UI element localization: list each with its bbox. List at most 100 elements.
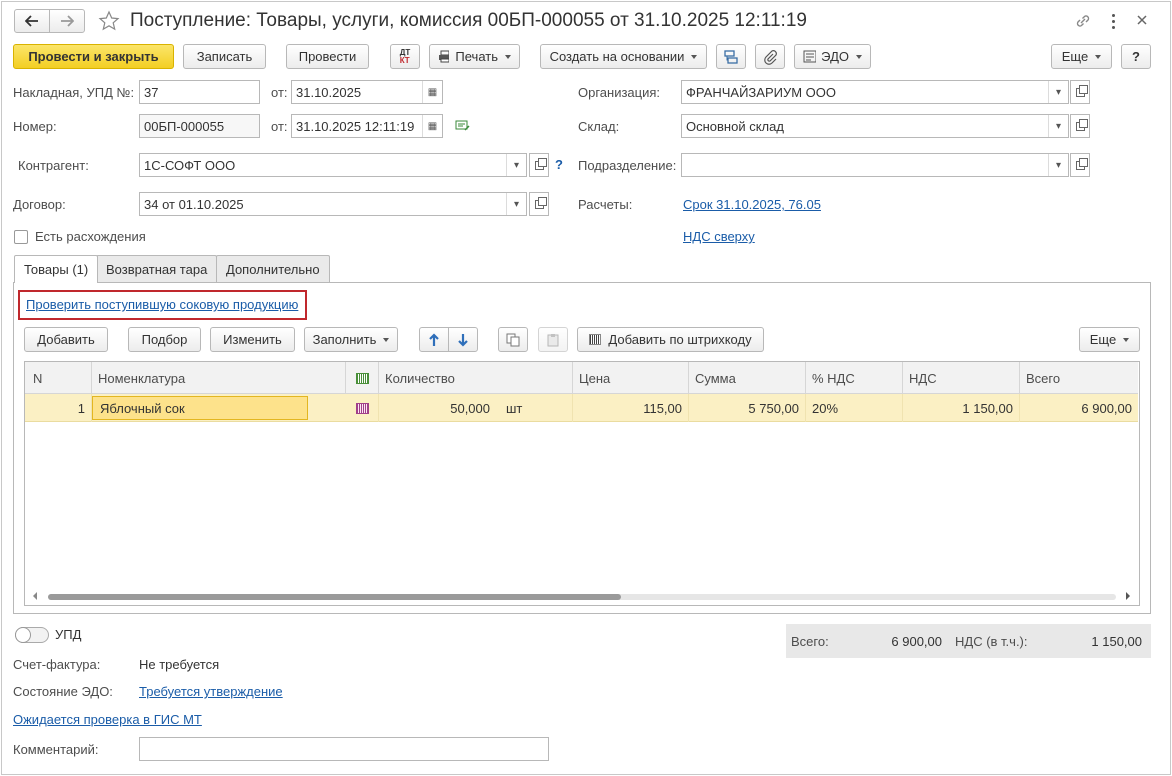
more-label: Еще <box>1061 49 1089 64</box>
move-up-button[interactable] <box>419 327 449 352</box>
favorite-star-icon[interactable] <box>98 10 120 35</box>
edit-number-icon[interactable] <box>455 119 471 136</box>
post-button[interactable]: Провести <box>286 44 369 69</box>
discrepancy-checkbox[interactable] <box>14 230 28 244</box>
warehouse-value: Основной склад <box>686 118 784 134</box>
attachments-button[interactable] <box>755 44 785 69</box>
dt-kt-icon: ДТ КТ <box>399 47 411 65</box>
chevron-down-icon[interactable]: ▾ <box>506 154 526 176</box>
invoice-date-label: от: <box>271 85 288 100</box>
invoice-number-field[interactable]: 37 <box>139 80 260 104</box>
column-header-n[interactable]: N <box>25 362 92 394</box>
upd-toggle[interactable] <box>15 627 49 643</box>
row-total-cell[interactable]: 6 900,00 <box>1020 394 1138 422</box>
pick-button[interactable]: Подбор <box>128 327 201 352</box>
check-juice-products-link[interactable]: Проверить поступившую соковую продукцию <box>26 297 298 312</box>
tab-returnable-containers[interactable]: Возвратная тара <box>96 255 218 282</box>
vat-total-label: НДС (в т.ч.): <box>955 634 1028 649</box>
nav-forward-button[interactable] <box>49 9 85 33</box>
row-unit-cell[interactable]: шт <box>496 394 573 422</box>
add-by-barcode-button[interactable]: Добавить по штрихкоду <box>577 327 764 352</box>
calendar-icon[interactable]: ▦ <box>422 81 442 103</box>
column-header-price[interactable]: Цена <box>573 362 689 394</box>
subdivision-field[interactable]: ▾ <box>681 153 1069 177</box>
row-vat-cell[interactable]: 1 150,00 <box>903 394 1020 422</box>
row-sum-cell[interactable]: 5 750,00 <box>689 394 806 422</box>
calendar-icon[interactable]: ▦ <box>422 115 442 137</box>
fill-label: Заполнить <box>312 332 377 347</box>
counterparty-value: 1С-СОФТ ООО <box>144 157 236 173</box>
copy-button[interactable] <box>498 327 528 352</box>
number-field[interactable]: 00БП-000055 <box>139 114 260 138</box>
create-based-on-button[interactable]: Создать на основании <box>540 44 707 69</box>
table-more-button[interactable]: Еще <box>1079 327 1140 352</box>
scroll-left-arrow[interactable] <box>33 592 37 600</box>
edo-button[interactable]: ЭДО <box>794 44 871 69</box>
marking-status-icon <box>355 402 369 414</box>
print-button[interactable]: Печать <box>429 44 520 69</box>
scrollbar-thumb[interactable] <box>48 594 621 600</box>
more-vertical-icon[interactable] <box>1108 12 1118 30</box>
row-nomenclature-cell[interactable]: Яблочный сок <box>92 394 346 422</box>
gis-mt-check-link[interactable]: Ожидается проверка в ГИС МТ <box>13 712 202 727</box>
close-icon[interactable] <box>1134 12 1150 31</box>
change-button[interactable]: Изменить <box>210 327 295 352</box>
settlements-link[interactable]: Срок 31.10.2025, 76.05 <box>683 197 821 212</box>
dt-kt-button[interactable]: ДТ КТ <box>390 44 420 69</box>
move-down-button[interactable] <box>448 327 478 352</box>
chevron-down-icon[interactable]: ▾ <box>506 193 526 215</box>
open-counterparty-button[interactable] <box>529 153 549 177</box>
open-icon <box>534 196 547 209</box>
invoice-date-field[interactable]: 31.10.2025 ▦ <box>291 80 443 104</box>
warehouse-field[interactable]: Основной склад ▾ <box>681 114 1069 138</box>
chevron-down-icon[interactable]: ▾ <box>1048 81 1068 103</box>
chevron-down-icon[interactable]: ▾ <box>1048 154 1068 176</box>
help-button[interactable]: ? <box>1121 44 1151 69</box>
column-header-nomenclature[interactable]: Номенклатура <box>92 362 346 394</box>
printer-icon <box>439 50 450 63</box>
table-header: N Номенклатура Количество Цена Сумма % Н… <box>25 362 1138 394</box>
more-button[interactable]: Еще <box>1051 44 1112 69</box>
open-subdivision-button[interactable] <box>1070 153 1090 177</box>
save-button[interactable]: Записать <box>183 44 266 69</box>
add-row-button[interactable]: Добавить <box>24 327 108 352</box>
table-row[interactable]: 1 Яблочный сок 50,000 шт 115,00 5 750,00… <box>25 394 1138 422</box>
chevron-down-icon[interactable]: ▾ <box>1048 115 1068 137</box>
tab-goods[interactable]: Товары (1) <box>14 255 99 283</box>
open-contract-button[interactable] <box>529 192 549 216</box>
column-header-vat[interactable]: НДС <box>903 362 1020 394</box>
nav-back-button[interactable] <box>14 9 50 33</box>
contract-field[interactable]: 34 от 01.10.2025 ▾ <box>139 192 527 216</box>
column-header-quantity[interactable]: Количество <box>379 362 573 394</box>
fill-button[interactable]: Заполнить <box>304 327 398 352</box>
post-and-close-button[interactable]: Провести и закрыть <box>13 44 174 69</box>
settlements-label: Расчеты: <box>578 197 633 212</box>
horizontal-scrollbar[interactable] <box>25 589 1138 605</box>
structure-button[interactable] <box>716 44 746 69</box>
comment-field[interactable] <box>139 737 549 761</box>
row-price-cell[interactable]: 115,00 <box>573 394 689 422</box>
tab-additional[interactable]: Дополнительно <box>216 255 330 282</box>
vat-on-top-link[interactable]: НДС сверху <box>683 229 755 244</box>
open-organization-button[interactable] <box>1070 80 1090 104</box>
subdivision-label: Подразделение: <box>578 158 677 173</box>
column-header-total[interactable]: Всего <box>1020 362 1138 394</box>
column-header-marking[interactable] <box>346 362 379 394</box>
paste-button[interactable] <box>538 327 568 352</box>
row-vat-rate-cell[interactable]: 20% <box>806 394 903 422</box>
organization-field[interactable]: ФРАНЧАЙЗАРИУМ ООО ▾ <box>681 80 1069 104</box>
arrow-left-icon <box>25 15 38 27</box>
column-header-vat-rate[interactable]: % НДС <box>806 362 903 394</box>
open-warehouse-button[interactable] <box>1070 114 1090 138</box>
number-date-field[interactable]: 31.10.2025 12:11:19 ▦ <box>291 114 443 138</box>
link-icon[interactable] <box>1074 12 1092 33</box>
column-header-sum[interactable]: Сумма <box>689 362 806 394</box>
edo-state-link[interactable]: Требуется утверждение <box>139 684 283 699</box>
row-nomenclature-editor[interactable]: Яблочный сок <box>92 396 308 420</box>
contract-label: Договор: <box>13 197 66 212</box>
counterparty-field[interactable]: 1С-СОФТ ООО ▾ <box>139 153 527 177</box>
row-quantity-cell[interactable]: 50,000 <box>379 394 496 422</box>
invoice-number-label: Накладная, УПД №: <box>13 85 135 100</box>
scroll-right-arrow[interactable] <box>1126 592 1130 600</box>
counterparty-help-link[interactable]: ? <box>555 157 563 172</box>
